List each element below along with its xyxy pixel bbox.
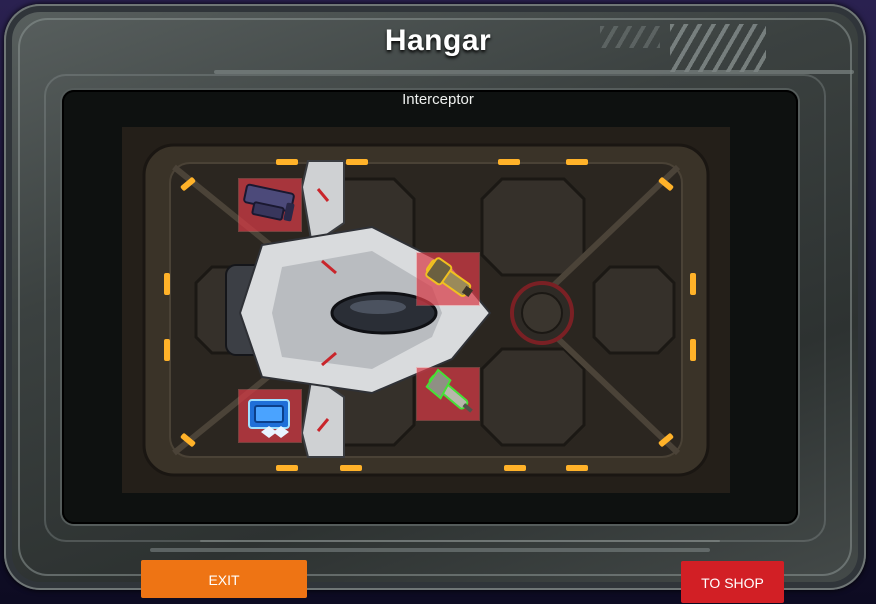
ship-name: Interceptor xyxy=(402,91,474,108)
equipment-slot[interactable] xyxy=(239,390,301,442)
to-shop-button[interactable]: TO SHOP xyxy=(681,561,784,603)
to-shop-button-label: TO SHOP xyxy=(701,575,764,591)
exit-button[interactable]: EXIT xyxy=(141,560,307,598)
screen-title: Hangar xyxy=(384,24,492,57)
laser-gun-icon xyxy=(425,368,473,413)
hangar-floor xyxy=(122,127,730,493)
equipment-slot[interactable] xyxy=(417,368,479,420)
equipment-slot[interactable] xyxy=(417,253,479,305)
exit-button-label: EXIT xyxy=(208,572,240,588)
shield-generator-icon xyxy=(248,399,290,438)
equipment-slot[interactable] xyxy=(239,179,301,231)
cannon-icon xyxy=(425,257,473,297)
missile-launcher-icon xyxy=(243,183,295,222)
